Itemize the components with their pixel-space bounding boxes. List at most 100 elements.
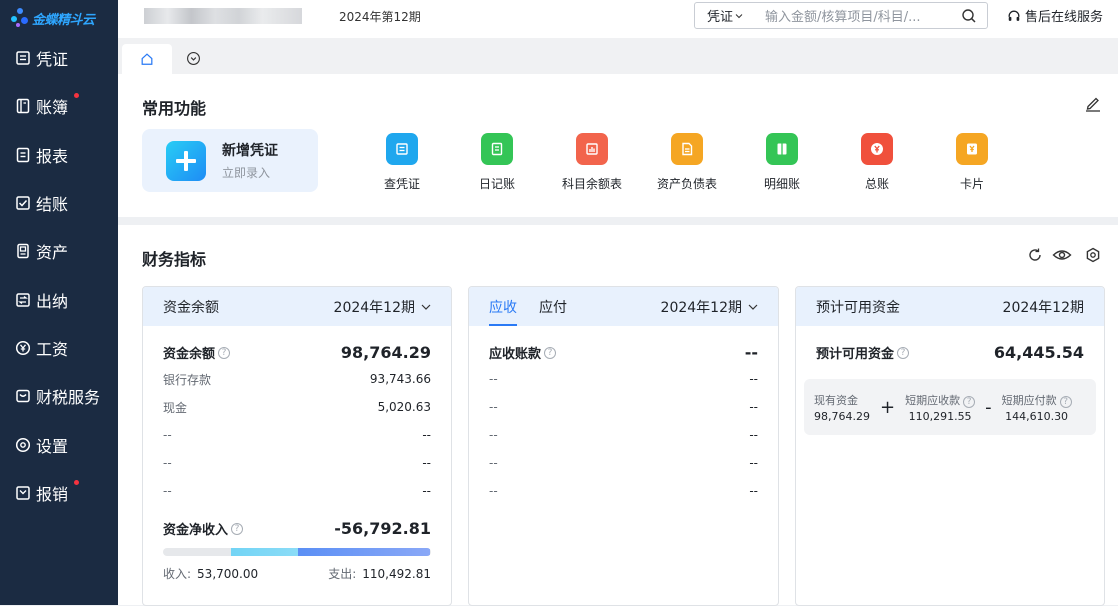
search-input[interactable]: 输入金额/核算项目/科目/... — [765, 6, 961, 25]
row-value: -- — [422, 428, 431, 442]
func-account-balance[interactable]: 科目余额表 — [547, 133, 637, 192]
expense-label: 支出: — [328, 567, 357, 581]
func-card[interactable]: 卡片 — [927, 133, 1017, 192]
online-service-link[interactable]: 售后在线服务 — [1007, 6, 1103, 25]
list-item: -- -- — [469, 365, 778, 393]
main-metric-value: -- — [744, 343, 758, 362]
common-functions-title: 常用功能 — [142, 99, 207, 118]
func-detail-ledger[interactable]: 明细账 — [737, 133, 827, 192]
voucher-icon — [15, 50, 31, 66]
sidebar-item-payroll[interactable]: 工资 — [0, 324, 118, 372]
func-label: 日记账 — [478, 177, 515, 191]
main-metric-label: 资金余额 — [163, 347, 216, 362]
help-icon[interactable]: ? — [231, 522, 244, 535]
func-view-voucher[interactable]: 查凭证 — [357, 133, 447, 192]
period-select[interactable]: 2024年12期 — [661, 297, 758, 317]
income-value: 53,700.00 — [197, 567, 259, 581]
func-general-ledger[interactable]: 总账 — [832, 133, 922, 192]
formula-term-label: 短期应收款 — [905, 393, 961, 407]
row-label: -- — [163, 428, 172, 442]
reimburse-icon — [15, 485, 31, 501]
notification-dot — [74, 93, 79, 99]
help-icon[interactable]: ? — [544, 346, 557, 359]
card-icon — [956, 133, 988, 165]
book-icon — [766, 133, 798, 165]
sidebar-item-asset[interactable]: 资产 — [0, 227, 118, 275]
chevron-down-icon — [735, 13, 743, 18]
list-item: -- -- — [469, 421, 778, 449]
period-title: 2024年第12期 — [339, 10, 421, 24]
new-voucher-title: 新增凭证 — [222, 143, 278, 159]
yen-circle-icon — [861, 133, 893, 165]
sidebar-item-cashier[interactable]: 出纳 — [0, 275, 118, 323]
expense-value: 110,492.81 — [362, 567, 431, 581]
yen-icon — [15, 340, 31, 356]
sidebar-item-voucher[interactable]: 凭证 — [0, 34, 118, 82]
row-value: -- — [749, 400, 758, 414]
row-label: -- — [163, 484, 172, 498]
help-icon[interactable]: ? — [897, 346, 910, 359]
sidebar-item-label: 设置 — [36, 436, 69, 456]
panel-header: 应收 应付 2024年12期 — [469, 287, 778, 326]
tax-service-icon — [15, 388, 31, 404]
sidebar-item-label: 财税服务 — [36, 388, 101, 408]
row-value: -- — [749, 372, 758, 386]
expense-summary: 支出: 110,492.81 — [328, 565, 431, 582]
tab-payable[interactable]: 应付 — [539, 287, 567, 326]
func-label: 资产负债表 — [656, 177, 717, 191]
tab-home[interactable] — [122, 44, 172, 74]
chevron-down-icon — [748, 304, 758, 310]
cashier-icon — [15, 292, 31, 308]
help-icon[interactable]: ? — [963, 395, 976, 408]
minus-operator: - — [985, 396, 992, 418]
sidebar-item-report[interactable]: 报表 — [0, 131, 118, 179]
row-value: 93,743.66 — [369, 372, 431, 386]
tab-receivable[interactable]: 应收 — [489, 287, 517, 326]
func-journal[interactable]: 日记账 — [452, 133, 542, 192]
sidebar-item-label: 出纳 — [36, 291, 69, 311]
row-label: 银行存款 — [163, 372, 212, 387]
help-icon[interactable]: ? — [1059, 395, 1072, 408]
sidebar-item-label: 报销 — [36, 484, 69, 504]
sidebar-item-reimburse[interactable]: 报销 — [0, 469, 118, 517]
finance-indicators-title: 财务指标 — [142, 250, 207, 269]
new-voucher-button[interactable]: 新增凭证 立即录入 — [142, 129, 318, 192]
refresh-icon[interactable] — [1027, 247, 1043, 263]
sidebar-item-settings[interactable]: 设置 — [0, 420, 118, 468]
list-item: 现金 5,020.63 — [143, 393, 451, 421]
income-expense-bar — [163, 548, 431, 556]
income-bar-segment — [231, 548, 298, 556]
headset-icon — [1008, 10, 1020, 21]
help-icon[interactable]: ? — [218, 346, 231, 359]
company-name-redacted[interactable] — [144, 8, 302, 24]
sidebar-item-label: 账簿 — [36, 98, 69, 118]
service-label: 售后在线服务 — [1025, 10, 1104, 25]
formula-term-value: 110,291.55 — [908, 409, 972, 423]
notification-dot — [74, 479, 79, 485]
logo[interactable]: 金蝶精斗云 — [10, 6, 95, 30]
func-balance-sheet[interactable]: 资产负债表 — [642, 133, 732, 192]
row-label: 现金 — [163, 400, 188, 415]
tab-more-icon[interactable] — [186, 51, 201, 66]
row-value: -- — [422, 456, 431, 470]
search-type-select[interactable]: 凭证 — [695, 6, 765, 25]
sidebar-item-label: 资产 — [36, 243, 69, 263]
plus-icon — [166, 140, 206, 181]
search-icon[interactable] — [961, 8, 977, 24]
formula-term-label: 现有资金 — [814, 393, 858, 407]
edit-icon[interactable] — [1084, 94, 1102, 112]
main-metric-value: 64,445.54 — [993, 343, 1084, 362]
logo-mark-icon — [10, 8, 30, 28]
main-metric-value: 98,764.29 — [340, 343, 431, 362]
list-item: -- -- — [469, 393, 778, 421]
forecast-formula: 现有资金 98,764.29 + 短期应收款? 110,291.55 - 短期应… — [804, 379, 1096, 435]
settings-icon — [15, 437, 31, 453]
sidebar-item-closing[interactable]: 结账 — [0, 179, 118, 227]
period-select[interactable]: 2024年12期 — [334, 297, 431, 317]
settings-hex-icon[interactable] — [1085, 247, 1101, 263]
formula-term: 现有资金 98,764.29 — [814, 392, 870, 423]
sidebar-item-ledger[interactable]: 账簿 — [0, 82, 118, 130]
eye-icon[interactable] — [1052, 247, 1072, 263]
sidebar-item-tax-service[interactable]: 财税服务 — [0, 372, 118, 420]
row-label: -- — [489, 456, 498, 470]
